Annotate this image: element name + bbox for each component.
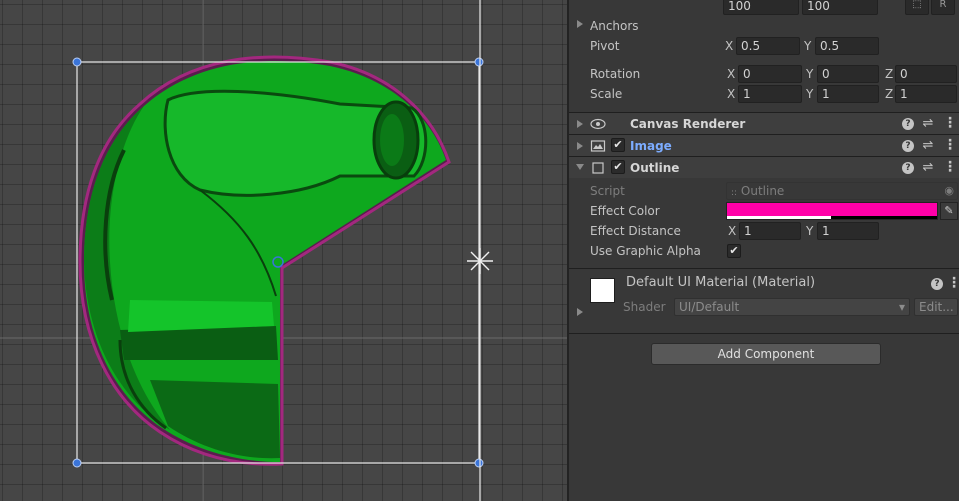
presets-icon[interactable]: ⇌ (921, 160, 935, 176)
help-icon[interactable]: ? (902, 140, 914, 152)
pivot-row: Pivot X 0.5 Y 0.5 (569, 36, 959, 56)
presets-icon[interactable]: ⇌ (921, 138, 935, 154)
effect-distance-label: Effect Distance (590, 224, 681, 238)
canvas-renderer-header[interactable]: Canvas Renderer ? ⇌ ⋮ (569, 112, 959, 134)
rect-handle-bottom-left[interactable] (72, 458, 82, 468)
outline-enabled-checkbox[interactable]: ✔ (611, 160, 625, 174)
presets-icon[interactable]: ⇌ (921, 116, 935, 132)
script-icon (590, 160, 606, 176)
component-menu-icon[interactable]: ⋮ (943, 137, 957, 153)
pivot-label: Pivot (590, 39, 620, 53)
material-preview-swatch[interactable] (590, 278, 615, 303)
distance-y-field[interactable]: 1 (817, 222, 879, 240)
scene-canvas[interactable] (0, 0, 567, 501)
use-graphic-alpha-row: Use Graphic Alpha ✔ (569, 241, 959, 261)
effect-color-swatch[interactable] (726, 202, 938, 220)
target-icon: ◉ (944, 184, 954, 197)
help-icon[interactable]: ? (902, 118, 914, 130)
scale-label: Scale (590, 87, 623, 101)
canvas-renderer-title: Canvas Renderer (630, 117, 746, 131)
scale-row: Scale X 1 Y 1 Z 1 (569, 84, 959, 104)
inspector-panel: 100 100 ⬚ R Anchors Pivot X 0.5 Y 0.5 Ro… (567, 0, 959, 501)
rect-handle-top-left[interactable] (72, 57, 82, 67)
shader-edit-button[interactable]: Edit... (914, 298, 958, 316)
effect-distance-row: Effect Distance X 1 Y 1 (569, 221, 959, 241)
effect-color-fill (727, 203, 937, 216)
pivot-x-axis-label: X (725, 39, 734, 53)
outline-foldout-icon[interactable] (576, 164, 584, 170)
anchor-gizmo-icon[interactable] (467, 248, 493, 274)
rotation-y-axis-label: Y (806, 67, 814, 81)
scale-x-axis-label: X (727, 87, 736, 101)
image-title: Image (630, 139, 672, 153)
image-foldout-icon[interactable] (577, 142, 583, 150)
alpha-bar-remainder (831, 216, 937, 219)
anchors-foldout-icon[interactable] (577, 20, 583, 28)
pivot-x-field[interactable]: 0.5 (736, 37, 800, 55)
shader-label: Shader (623, 300, 666, 314)
scale-y-field[interactable]: 1 (817, 85, 879, 103)
rotation-y-field[interactable]: 0 (817, 65, 879, 83)
anchors-label: Anchors (590, 19, 639, 33)
script-value: Outline (740, 184, 785, 198)
script-dots-icon: :: (731, 188, 738, 198)
rotation-x-axis-label: X (727, 67, 736, 81)
image-icon (590, 138, 606, 154)
effect-color-row: Effect Color ✎ (569, 201, 959, 221)
distance-y-axis-label: Y (806, 224, 814, 238)
rect-handle-top-right[interactable] (474, 57, 484, 67)
scale-x-field[interactable]: 1 (738, 85, 802, 103)
rotation-x-field[interactable]: 0 (738, 65, 802, 83)
color-picker-icon[interactable]: ✎ (940, 202, 958, 220)
scale-z-axis-label: Z (885, 87, 894, 101)
canvas-renderer-foldout-icon[interactable] (577, 120, 583, 128)
material-menu-icon[interactable]: ⋮ (947, 275, 959, 291)
distance-x-field[interactable]: 1 (739, 222, 801, 240)
use-graphic-alpha-label: Use Graphic Alpha (590, 244, 701, 258)
sprite-barrel-inner (380, 114, 404, 166)
blueprint-mode-button[interactable]: ⬚ (905, 0, 929, 15)
rotation-z-field[interactable]: 0 (895, 65, 957, 83)
pivot-y-axis-label: Y (804, 39, 812, 53)
rotation-label: Rotation (590, 67, 641, 81)
add-component-button[interactable]: Add Component (651, 343, 881, 365)
rotation-row: Rotation X 0 Y 0 Z 0 (569, 64, 959, 84)
component-menu-icon[interactable]: ⋮ (943, 115, 957, 131)
use-graphic-alpha-checkbox[interactable]: ✔ (727, 244, 741, 258)
chevron-down-icon: ▾ (898, 300, 905, 314)
shader-dropdown[interactable]: UI/Default ▾ (674, 298, 910, 316)
material-section: Default UI Material (Material) ? ⋮ Shade… (569, 269, 959, 327)
shader-value: UI/Default (679, 300, 740, 314)
script-row: Script :: Outline ◉ (569, 181, 959, 201)
scale-z-field[interactable]: 1 (895, 85, 957, 103)
sprite-image[interactable] (78, 55, 451, 466)
alpha-bar (727, 216, 831, 219)
raw-edit-button[interactable]: R (931, 0, 955, 15)
scene-view[interactable] (0, 0, 567, 501)
outline-title: Outline (630, 161, 680, 175)
effect-color-label: Effect Color (590, 204, 660, 218)
component-menu-icon[interactable]: ⋮ (943, 159, 957, 175)
add-component-separator (569, 333, 959, 334)
material-name: Default UI Material (Material) (626, 275, 816, 290)
eye-icon (590, 116, 606, 132)
script-object-field: :: Outline ◉ (726, 182, 958, 200)
rotation-z-axis-label: Z (885, 67, 894, 81)
script-label: Script (590, 184, 625, 198)
distance-x-axis-label: X (728, 224, 737, 238)
outline-header[interactable]: ✔ Outline ? ⇌ ⋮ (569, 156, 959, 178)
scale-y-axis-label: Y (806, 87, 814, 101)
height-field[interactable]: 100 (802, 0, 878, 15)
help-icon[interactable]: ? (902, 162, 914, 174)
rect-handle-bottom-right[interactable] (474, 458, 484, 468)
image-header[interactable]: ✔ Image ? ⇌ ⋮ (569, 134, 959, 156)
pivot-y-field[interactable]: 0.5 (815, 37, 879, 55)
anchors-row[interactable]: Anchors (569, 16, 959, 36)
sprite-shade-bottom (150, 380, 280, 459)
image-enabled-checkbox[interactable]: ✔ (611, 138, 625, 152)
size-row: 100 100 ⬚ R (569, 0, 959, 16)
width-field[interactable]: 100 (723, 0, 799, 15)
material-foldout-icon[interactable] (577, 308, 583, 316)
help-icon[interactable]: ? (931, 278, 943, 290)
